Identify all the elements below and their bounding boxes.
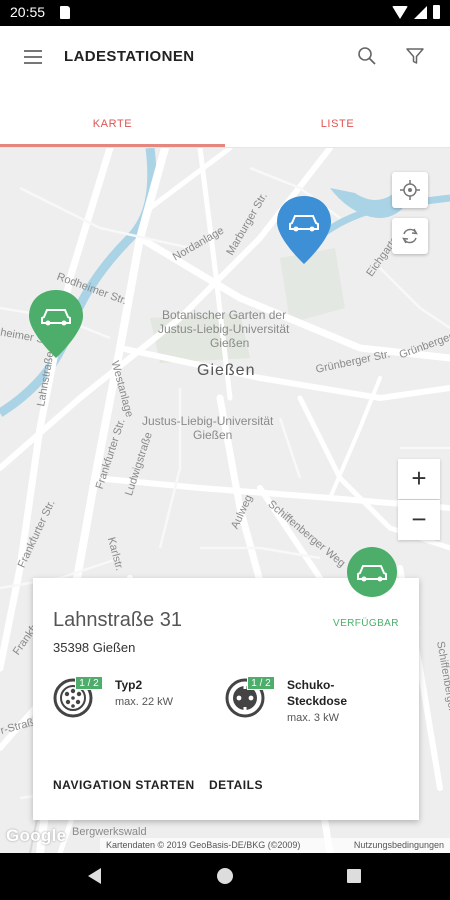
connector-name: Schuko- <box>287 678 335 692</box>
tab-bar: KARTE LISTE <box>0 86 450 148</box>
filter-icon[interactable] <box>405 46 425 66</box>
map-label: Gießen <box>193 428 233 442</box>
zoom-out-button[interactable]: − <box>398 500 440 540</box>
menu-icon[interactable] <box>24 50 42 64</box>
station-zip-city: 35398 Gießen <box>53 640 136 655</box>
map-label: Botanischer Garten der <box>162 308 287 322</box>
app-bar: LADESTATIONEN <box>0 26 450 86</box>
connector-power: max. 22 kW <box>115 696 174 708</box>
availability-badge: 1 / 2 <box>75 676 103 690</box>
map-label: Bergwerkswald <box>72 826 147 838</box>
status-time: 20:55 <box>10 4 46 20</box>
sd-card-icon <box>60 6 70 19</box>
crosshair-icon <box>400 180 420 200</box>
google-logo: Google <box>6 826 67 845</box>
map-attribution: Kartendaten © 2019 GeoBasis-DE/BKG (©200… <box>100 838 450 853</box>
my-location-button[interactable] <box>392 172 428 208</box>
refresh-button[interactable] <box>392 218 428 254</box>
station-address: Lahnstraße 31 <box>53 609 182 631</box>
search-icon[interactable] <box>357 46 377 66</box>
terms-link[interactable]: Nutzungsbedingungen <box>354 838 444 853</box>
status-badge: VERFÜGBAR <box>333 618 399 629</box>
station-pin-available[interactable] <box>27 288 85 360</box>
signal-icon <box>414 5 427 19</box>
map-label: Justus-Liebig-Universität <box>158 322 290 336</box>
station-pin-active[interactable] <box>346 546 398 598</box>
page-title: LADESTATIONEN <box>64 48 195 65</box>
recent-apps-icon[interactable] <box>347 869 361 883</box>
map-label: Gießen <box>210 336 250 350</box>
details-button[interactable]: DETAILS <box>209 778 263 792</box>
home-icon[interactable] <box>217 868 233 884</box>
start-navigation-button[interactable]: NAVIGATION STARTEN <box>53 778 195 792</box>
status-icons <box>392 5 440 19</box>
city-label: Gießen <box>197 362 256 379</box>
zoom-in-button[interactable]: + <box>398 459 440 499</box>
connector-name: Typ2 <box>115 678 143 692</box>
refresh-icon <box>402 228 418 244</box>
back-icon[interactable] <box>88 868 101 884</box>
status-bar: 20:55 <box>0 0 450 26</box>
battery-icon <box>433 5 440 19</box>
map-label: Justus-Liebig-Universität <box>142 414 274 428</box>
attribution-text: Kartendaten © 2019 GeoBasis-DE/BKG (©200… <box>106 840 301 850</box>
tab-karte[interactable]: KARTE <box>0 86 225 148</box>
availability-badge: 1 / 2 <box>247 676 275 690</box>
connector-power: max. 3 kW <box>287 712 339 724</box>
connector-name-line2: Steckdose <box>287 694 348 708</box>
system-nav-bar <box>0 853 450 900</box>
wifi-icon <box>392 5 408 19</box>
station-pin-selected[interactable] <box>275 194 333 266</box>
station-card[interactable]: Lahnstraße 31 35398 Gießen VERFÜGBAR 1 /… <box>33 578 419 820</box>
tab-liste[interactable]: LISTE <box>225 86 450 148</box>
